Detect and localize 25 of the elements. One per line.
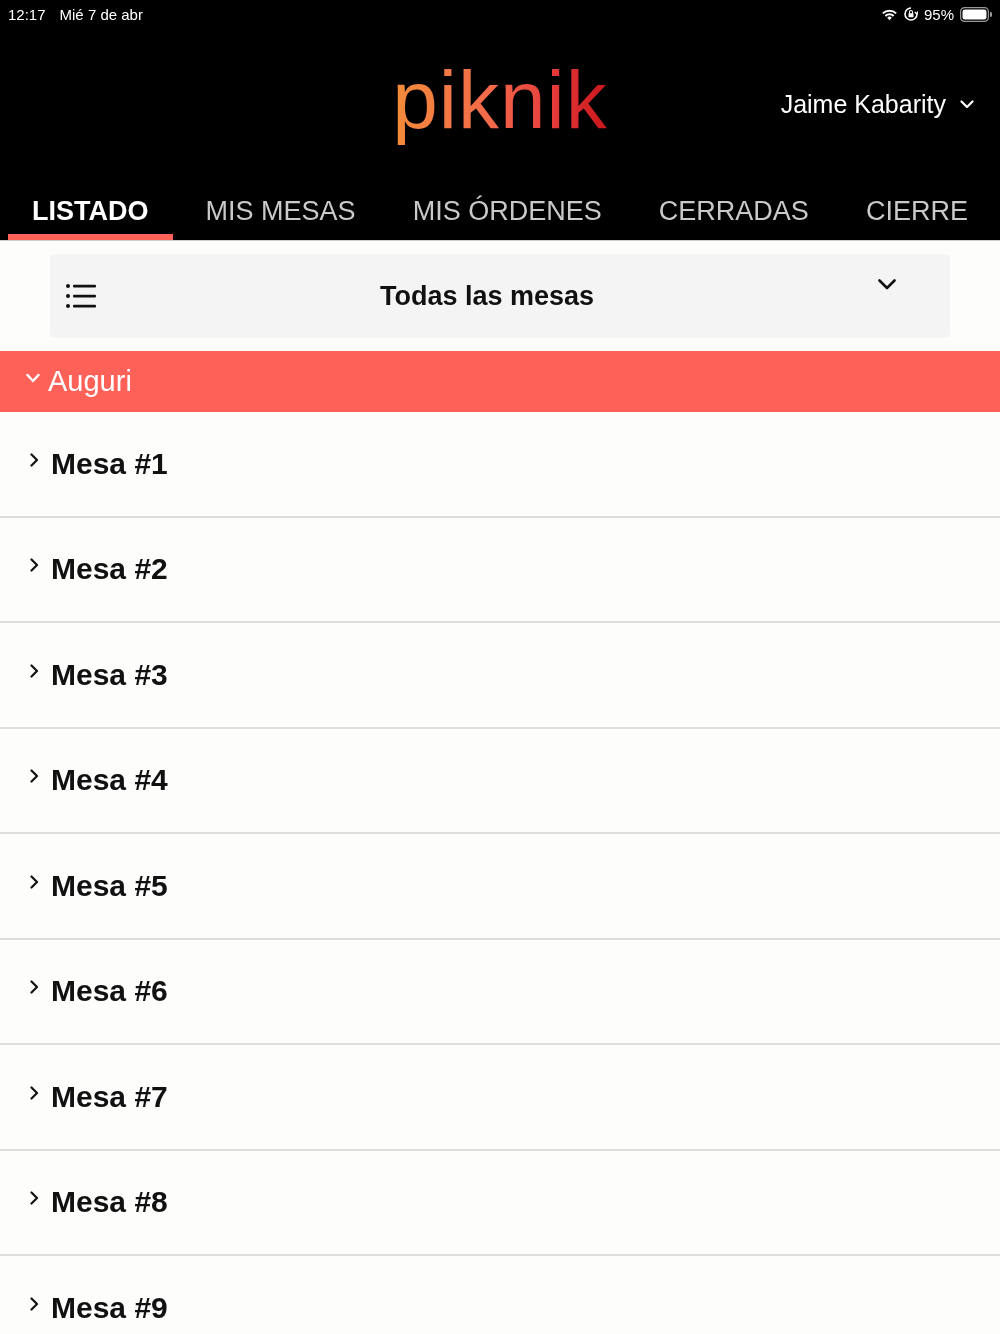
nav-tab[interactable]: MIS MESAS: [181, 180, 380, 240]
table-row[interactable]: Mesa #9: [0, 1256, 1000, 1334]
table-filter-dropdown[interactable]: Todas las mesas: [50, 254, 950, 338]
table-row[interactable]: Mesa #6: [0, 939, 1000, 1045]
battery-percentage: 95%: [923, 5, 954, 23]
wifi-icon: [880, 7, 898, 21]
nav-tab[interactable]: CERRADAS: [634, 180, 833, 240]
nav-tab[interactable]: MIS ÓRDENES: [388, 180, 626, 240]
table-row[interactable]: Mesa #3: [0, 623, 1000, 729]
table-row[interactable]: Mesa #1: [0, 412, 1000, 518]
list-icon: [66, 284, 96, 308]
battery-icon: [960, 6, 992, 22]
table-row[interactable]: Mesa #7: [0, 1045, 1000, 1151]
user-menu[interactable]: Jaime Kabarity: [780, 89, 974, 119]
chevron-down-icon: [960, 99, 974, 109]
status-date: Mié 7 de abr: [59, 5, 143, 23]
table-row[interactable]: Mesa #8: [0, 1150, 1000, 1256]
status-time: 12:17: [8, 5, 46, 23]
table-row[interactable]: Mesa #5: [0, 834, 1000, 940]
nav-tab[interactable]: CIERRE: [841, 180, 992, 240]
rotation-lock-icon: [903, 7, 918, 21]
nav-tab[interactable]: LISTADO: [8, 180, 173, 240]
chevron-down-icon: [878, 278, 896, 290]
table-row[interactable]: Mesa #4: [0, 728, 1000, 834]
table-row[interactable]: Mesa #2: [0, 517, 1000, 623]
